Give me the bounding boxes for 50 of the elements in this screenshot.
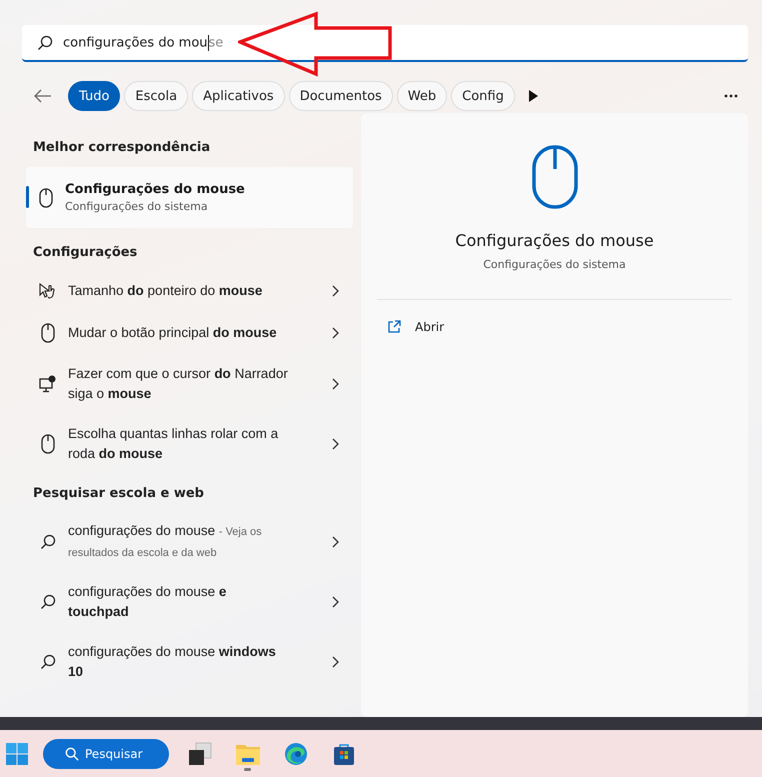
web-search-suggestion[interactable]: configurações do mouse - Veja os resultados da escola e da web bbox=[68, 521, 290, 563]
chevron-right-icon bbox=[331, 438, 339, 450]
filter-tab[interactable]: Aplicativos bbox=[192, 81, 285, 111]
monitor-icon bbox=[39, 375, 57, 393]
filter-tab[interactable]: Config bbox=[451, 81, 515, 111]
filter-tab[interactable]: Web bbox=[396, 81, 448, 111]
search-icon bbox=[37, 34, 53, 50]
filter-tab[interactable]: Escola bbox=[124, 81, 188, 111]
setting-result-link[interactable]: Mudar o botão principal do mouse bbox=[68, 323, 290, 343]
search-icon bbox=[40, 654, 56, 670]
web-search-suggestion[interactable]: configurações do mouse e touchpad bbox=[68, 582, 290, 622]
search-field[interactable]: configurações do mouse bbox=[22, 25, 748, 62]
mouse-icon bbox=[41, 434, 55, 454]
preview-title: Configurações do mouse bbox=[455, 231, 654, 250]
taskbar-search-button[interactable]: Pesquisar bbox=[43, 738, 169, 768]
web-search-suggestion[interactable]: configurações do mouse windows 10 bbox=[68, 642, 290, 682]
search-icon bbox=[65, 746, 79, 760]
setting-result-link[interactable]: Tamanho do ponteiro do mouse bbox=[68, 281, 290, 301]
chevron-right-icon bbox=[331, 536, 339, 548]
chevron-right-icon bbox=[331, 327, 339, 339]
start-icon[interactable] bbox=[5, 742, 29, 766]
preview-subtitle: Configurações do sistema bbox=[483, 258, 626, 271]
mouse-icon bbox=[39, 188, 53, 208]
store-bag-icon[interactable] bbox=[332, 742, 356, 766]
chevron-right-icon bbox=[331, 285, 339, 297]
browser-icon[interactable] bbox=[284, 742, 308, 766]
section-heading: Pesquisar escola e web bbox=[33, 486, 204, 500]
back-arrow-icon[interactable] bbox=[34, 89, 52, 103]
filter-tab[interactable]: Tudo bbox=[68, 81, 120, 111]
more-icon[interactable] bbox=[724, 94, 738, 98]
setting-result-link[interactable]: Fazer com que o cursor do Narrador siga o mouse bbox=[68, 364, 290, 404]
search-icon bbox=[40, 534, 56, 550]
mouse-icon bbox=[41, 323, 55, 343]
open-external-icon[interactable] bbox=[387, 320, 401, 334]
task-view-icon[interactable] bbox=[188, 742, 212, 766]
best-match-item[interactable]: Configurações do mouse Configurações do sistema bbox=[26, 167, 353, 228]
mouse-icon bbox=[532, 145, 578, 209]
result-title: Configurações do mouse bbox=[65, 182, 245, 197]
search-icon bbox=[40, 594, 56, 610]
setting-result-link[interactable]: Escolha quantas linhas rolar com a roda do mouse bbox=[68, 424, 290, 464]
chevron-right-icon bbox=[331, 656, 339, 668]
play-icon[interactable] bbox=[528, 90, 538, 102]
section-heading: Configurações bbox=[33, 244, 138, 260]
chevron-right-icon bbox=[331, 596, 339, 608]
section-heading: Melhor correspondência bbox=[33, 140, 210, 154]
hand-pointer-icon bbox=[39, 283, 57, 299]
chevron-right-icon bbox=[331, 378, 339, 390]
result-subtitle: Configurações do sistema bbox=[65, 200, 209, 213]
open-action[interactable]: Abrir bbox=[415, 320, 444, 334]
filter-tab[interactable]: Documentos bbox=[288, 81, 393, 111]
